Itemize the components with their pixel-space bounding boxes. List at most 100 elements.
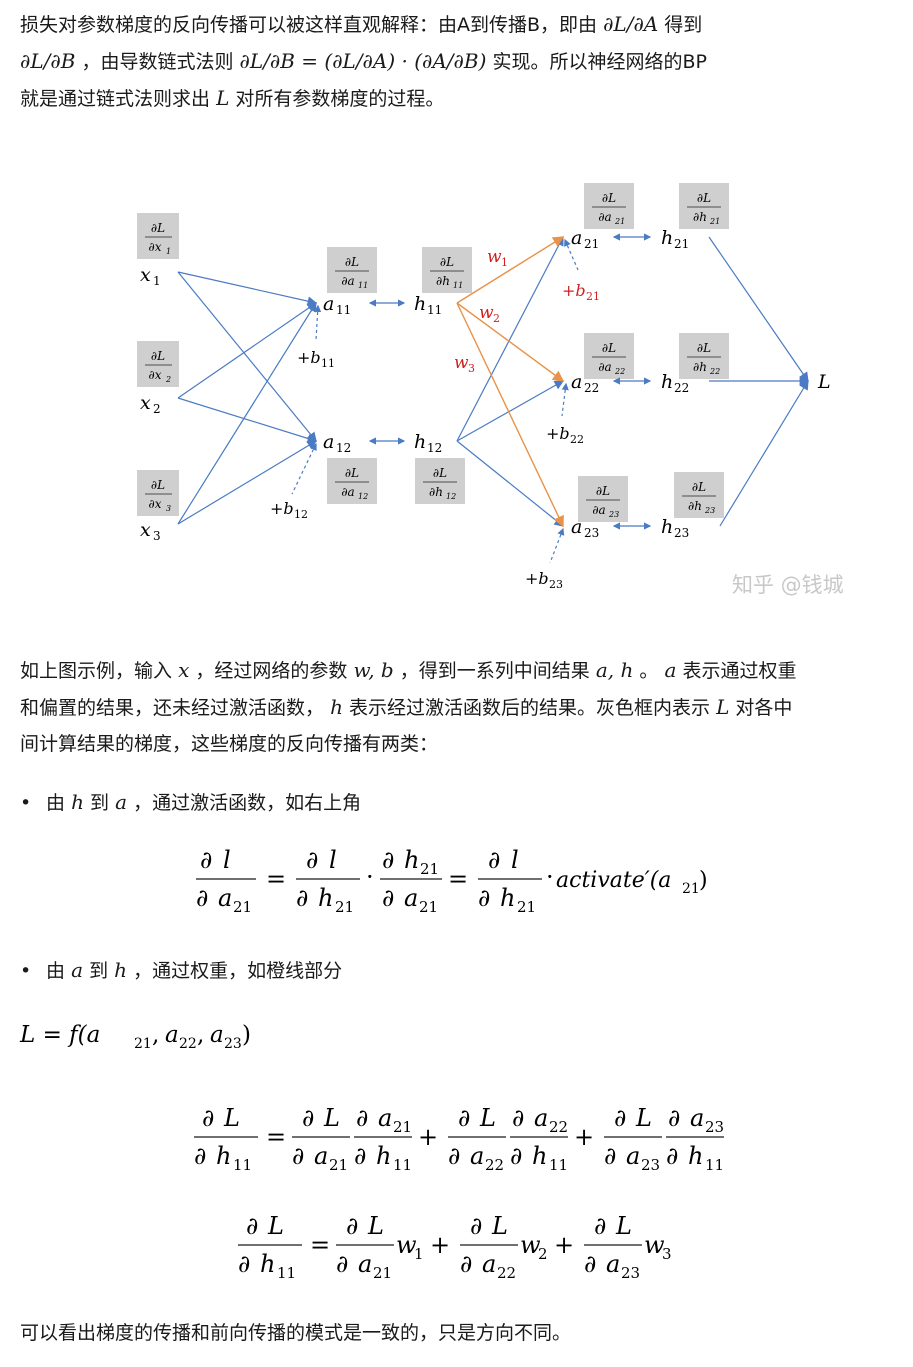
svg-text:12: 12 bbox=[358, 492, 368, 501]
svg-text:w: w bbox=[454, 353, 469, 373]
svg-text:∂: ∂ bbox=[306, 846, 318, 874]
watermark: 知乎 @钱城 bbox=[732, 573, 844, 597]
svg-text:L: L bbox=[223, 1104, 240, 1132]
svg-text:22: 22 bbox=[549, 1118, 568, 1136]
svg-text:∂: ∂ bbox=[246, 1212, 258, 1240]
svg-text:∂L: ∂L bbox=[697, 341, 711, 355]
math-inline: w, b bbox=[353, 658, 394, 682]
svg-text:,: , bbox=[197, 1022, 204, 1048]
svg-text:21: 21 bbox=[614, 217, 625, 226]
grad-box-a21: ∂L ∂a 21 bbox=[584, 183, 634, 229]
intro-text: 得到 bbox=[664, 14, 703, 36]
intro-line-3: 就是通过链式法则求出 L 对所有参数梯度的过程。 bbox=[20, 80, 893, 117]
equation-activation-gradient: ∂ l ∂ a 21 = ∂ l ∂ h 21 · ∂ h 21 ∂ a 21 = ∂ l ∂… bbox=[196, 846, 708, 916]
svg-text:∂L: ∂L bbox=[151, 478, 165, 492]
svg-text:3: 3 bbox=[468, 362, 475, 375]
grad-box-h22: ∂L ∂h 22 bbox=[679, 333, 729, 379]
svg-text:2: 2 bbox=[538, 1245, 548, 1263]
svg-text:12: 12 bbox=[294, 508, 308, 521]
text: 由 bbox=[46, 960, 66, 982]
node-x1: x1 bbox=[140, 264, 161, 288]
svg-text:21: 21 bbox=[329, 1156, 348, 1174]
svg-text:a: a bbox=[690, 1104, 704, 1132]
svg-text:∂: ∂ bbox=[668, 1104, 680, 1132]
text: 表示通过权重 bbox=[682, 660, 797, 682]
svg-text:+: + bbox=[418, 1123, 438, 1151]
bias-b23: +b 23 bbox=[525, 569, 563, 591]
svg-text:∂: ∂ bbox=[238, 1250, 250, 1278]
svg-text:12: 12 bbox=[427, 441, 442, 455]
svg-text:2: 2 bbox=[493, 312, 500, 325]
intro-text: 实现。所以神经网络的BP bbox=[492, 51, 707, 73]
text: ，通过激活函数，如右上角 bbox=[133, 792, 362, 814]
grad-box-h12: ∂L ∂h 12 bbox=[415, 458, 465, 504]
grad-box-x3: ∂L ∂x 3 bbox=[137, 470, 179, 516]
math-inline: ∂L/∂A bbox=[603, 12, 659, 36]
svg-text:11: 11 bbox=[393, 1156, 412, 1174]
svg-text:21: 21 bbox=[393, 1118, 412, 1136]
svg-text:l: l bbox=[511, 846, 519, 874]
bias-b21: +b 21 bbox=[562, 281, 600, 303]
svg-text:∂: ∂ bbox=[194, 1142, 206, 1170]
layer1-connections bbox=[177, 271, 318, 525]
svg-text:∂: ∂ bbox=[470, 1212, 482, 1240]
svg-text:∂L: ∂L bbox=[602, 191, 616, 205]
svg-text:∂: ∂ bbox=[666, 1142, 678, 1170]
node-h21: h 21 bbox=[661, 227, 689, 251]
svg-text:): ) bbox=[242, 1022, 251, 1048]
svg-text:h: h bbox=[216, 1142, 231, 1170]
bias-b11: +b 11 bbox=[297, 348, 335, 370]
intro-line-2: ∂L/∂B ，由导数链式法则 ∂L/∂B = (∂L/∂A) · (∂A/∂B)… bbox=[20, 43, 893, 80]
math-inline: ∂L/∂B = (∂L/∂A) · (∂A/∂B) bbox=[239, 49, 487, 73]
text: 由 bbox=[46, 792, 66, 814]
svg-text:3: 3 bbox=[166, 504, 171, 513]
svg-text:∂: ∂ bbox=[356, 1104, 368, 1132]
svg-text:a: a bbox=[626, 1142, 640, 1170]
svg-text:23: 23 bbox=[224, 1036, 242, 1052]
text: ，得到一系列中间结果 bbox=[399, 660, 590, 682]
intro-line-1: 损失对参数梯度的反向传播可以被这样直观解释：由A到传播B，即由 ∂L/∂A 得到 bbox=[20, 6, 893, 43]
svg-text:12: 12 bbox=[336, 441, 351, 455]
svg-text:∂L: ∂L bbox=[692, 480, 706, 494]
text: ，通过权重，如橙线部分 bbox=[133, 960, 343, 982]
svg-text:∂: ∂ bbox=[614, 1104, 626, 1132]
svg-text:x: x bbox=[140, 264, 151, 286]
svg-text:3: 3 bbox=[662, 1245, 672, 1263]
svg-text:∂L: ∂L bbox=[602, 341, 616, 355]
svg-text:L = f(a: L = f(a bbox=[19, 1022, 100, 1048]
svg-text:∂: ∂ bbox=[336, 1250, 348, 1278]
svg-text:∂x: ∂x bbox=[149, 240, 162, 254]
conclusion-text: 可以看出梯度的传播和前向传播的模式是一致的，只是方向不同。 bbox=[20, 1322, 572, 1344]
svg-text:∂h: ∂h bbox=[436, 274, 450, 288]
svg-text:1: 1 bbox=[501, 256, 508, 269]
svg-text:∂a: ∂a bbox=[341, 274, 354, 288]
svg-text:a: a bbox=[218, 884, 232, 912]
svg-text:h: h bbox=[532, 1142, 547, 1170]
svg-text:L: L bbox=[267, 1212, 284, 1240]
svg-text:22: 22 bbox=[584, 381, 599, 395]
text: 如上图示例，输入 bbox=[20, 660, 173, 682]
node-x3: x3 bbox=[140, 519, 161, 543]
svg-text:22: 22 bbox=[570, 433, 584, 446]
bullet-dot: • bbox=[20, 960, 32, 982]
svg-text:a: a bbox=[404, 884, 418, 912]
weight-w2: w2 bbox=[479, 303, 500, 325]
grad-box-h23: ∂L ∂h 23 bbox=[674, 472, 724, 518]
svg-text:∂L: ∂L bbox=[345, 466, 359, 480]
text: 。 bbox=[639, 660, 659, 682]
text: 间计算结果的梯度，这些梯度的反向传播有两类： bbox=[20, 733, 439, 755]
svg-text:a: a bbox=[210, 1022, 224, 1048]
explanation-paragraph: 如上图示例，输入 x ，经过网络的参数 w, b ，得到一系列中间结果 a, h… bbox=[20, 652, 893, 762]
node-a12: a 12 bbox=[323, 431, 351, 455]
svg-text:23: 23 bbox=[641, 1156, 660, 1174]
svg-text:h: h bbox=[404, 846, 419, 874]
math-inline: a bbox=[71, 958, 84, 982]
svg-text:+: + bbox=[574, 1123, 594, 1151]
svg-text:a: a bbox=[323, 431, 334, 453]
svg-text:h: h bbox=[376, 1142, 391, 1170]
svg-text:21: 21 bbox=[517, 898, 536, 916]
svg-text:): ) bbox=[699, 868, 708, 893]
svg-text:21: 21 bbox=[373, 1264, 392, 1282]
svg-text:23: 23 bbox=[549, 578, 563, 591]
math-inline: x bbox=[178, 658, 190, 682]
